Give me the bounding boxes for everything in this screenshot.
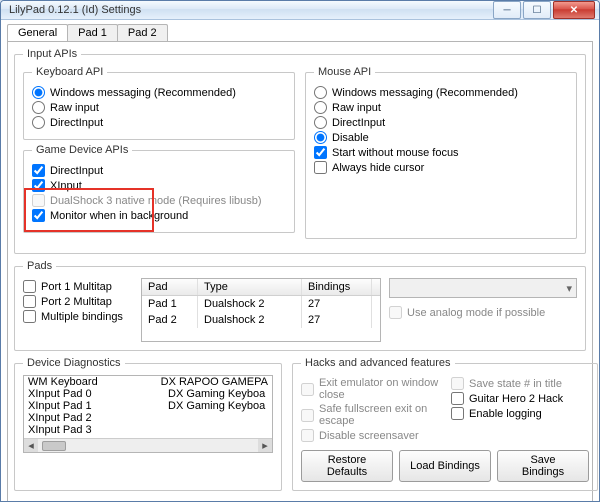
legend-pads: Pads [23,260,56,272]
restore-defaults-button[interactable]: Restore Defaults [301,450,393,482]
table-row[interactable]: Pad 1 Dualshock 2 27 [142,296,380,312]
legend-diagnostics: Device Diagnostics [23,357,125,369]
tab-general[interactable]: General [7,24,68,41]
check-enable-logging[interactable]: Enable logging [451,407,589,420]
legend-game-device: Game Device APIs [32,144,132,156]
check-exit-emulator: Exit emulator on window close [301,377,439,401]
table-row[interactable]: Pad 2 Dualshock 2 27 [142,312,380,328]
check-multiple-bindings[interactable]: Multiple bindings [23,310,133,323]
tab-pad1[interactable]: Pad 1 [67,24,118,41]
group-mouse-api: Mouse API Windows messaging (Recommended… [305,66,577,239]
group-game-device-apis: Game Device APIs DirectInput XInput Dual… [23,144,295,233]
radio-kb-wm[interactable]: Windows messaging (Recommended) [32,86,286,99]
window-title: LilyPad 0.12.1 (Id) Settings [9,4,493,16]
list-item[interactable]: XInput Pad 2 [24,412,272,424]
list-item[interactable]: WM KeyboardDX RAPOO GAMEPA [24,376,272,388]
check-save-state-title: Save state # in title [451,377,589,390]
scroll-right-icon[interactable]: ▸ [258,439,272,452]
maximize-button[interactable]: ☐ [523,1,551,19]
radio-mouse-raw[interactable]: Raw input [314,101,568,114]
group-input-apis: Input APIs Keyboard API Windows messagin… [14,48,586,254]
check-dualshock3: DualShock 3 native mode (Requires libusb… [32,194,286,207]
list-item[interactable]: XInput Pad 1DX Gaming Keyboa [24,400,272,412]
scroll-left-icon[interactable]: ◂ [24,439,38,452]
pad-type-dropdown[interactable] [389,278,577,298]
radio-mouse-disable[interactable]: Disable [314,131,568,144]
settings-window: LilyPad 0.12.1 (Id) Settings ─ ☐ ✕ Gener… [0,0,600,502]
check-port2-multitap[interactable]: Port 2 Multitap [23,295,133,308]
close-button[interactable]: ✕ [553,1,595,19]
radio-mouse-di[interactable]: DirectInput [314,116,568,129]
check-start-without-focus[interactable]: Start without mouse focus [314,146,568,159]
radio-kb-di[interactable]: DirectInput [32,116,286,129]
pads-list[interactable]: Pad Type Bindings Pad 1 Dualshock 2 27 P… [141,278,381,342]
check-safe-fullscreen: Safe fullscreen exit on escape [301,403,439,427]
radio-kb-raw[interactable]: Raw input [32,101,286,114]
check-monitor-background[interactable]: Monitor when in background [32,209,286,222]
check-guitar-hero-hack[interactable]: Guitar Hero 2 Hack [451,392,589,405]
load-bindings-button[interactable]: Load Bindings [399,450,491,482]
legend-input-apis: Input APIs [23,48,81,60]
diagnostics-list[interactable]: WM KeyboardDX RAPOO GAMEPA XInput Pad 0D… [23,375,273,453]
tab-pad2[interactable]: Pad 2 [117,24,168,41]
legend-mouse: Mouse API [314,66,375,78]
legend-keyboard: Keyboard API [32,66,107,78]
scroll-thumb[interactable] [42,441,66,451]
list-item[interactable]: XInput Pad 0DX Gaming Keyboa [24,388,272,400]
legend-hacks: Hacks and advanced features [301,357,455,369]
tab-panel-general: Input APIs Keyboard API Windows messagin… [7,41,593,502]
titlebar[interactable]: LilyPad 0.12.1 (Id) Settings ─ ☐ ✕ [1,1,599,20]
group-keyboard-api: Keyboard API Windows messaging (Recommen… [23,66,295,140]
pads-list-header: Pad Type Bindings [142,279,380,296]
group-hacks: Hacks and advanced features Exit emulato… [292,357,598,491]
save-bindings-button[interactable]: Save Bindings [497,450,589,482]
radio-mouse-wm[interactable]: Windows messaging (Recommended) [314,86,568,99]
group-pads: Pads Port 1 Multitap Port 2 Multitap Mul… [14,260,586,351]
check-always-hide-cursor[interactable]: Always hide cursor [314,161,568,174]
check-analog-mode: Use analog mode if possible [389,306,577,319]
check-port1-multitap[interactable]: Port 1 Multitap [23,280,133,293]
minimize-button[interactable]: ─ [493,1,521,19]
tab-strip: General Pad 1 Pad 2 [1,20,599,41]
check-disable-screensaver: Disable screensaver [301,429,439,442]
group-device-diagnostics: Device Diagnostics WM KeyboardDX RAPOO G… [14,357,282,491]
check-xinput[interactable]: XInput [32,179,286,192]
check-directinput[interactable]: DirectInput [32,164,286,177]
list-item[interactable]: XInput Pad 3 [24,424,272,436]
horizontal-scrollbar[interactable]: ◂ ▸ [24,438,272,452]
